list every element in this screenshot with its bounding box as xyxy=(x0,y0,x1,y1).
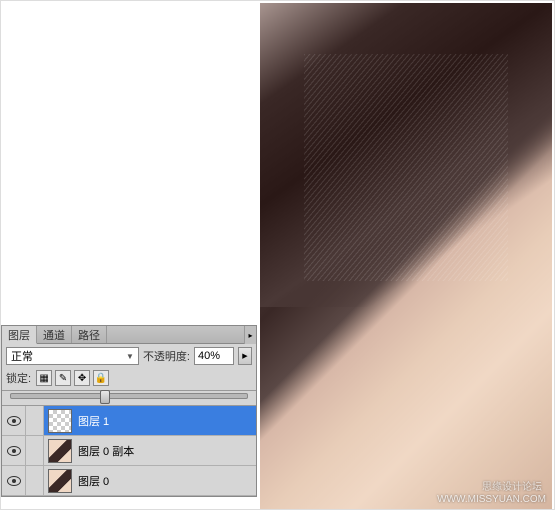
lock-all-icon[interactable]: 🔒 xyxy=(93,370,109,386)
layer-row[interactable]: 图层 0 xyxy=(2,466,256,496)
blend-mode-dropdown[interactable]: 正常 ▼ xyxy=(6,347,139,365)
tab-paths[interactable]: 路径 xyxy=(72,326,107,343)
blend-mode-value: 正常 xyxy=(11,348,33,364)
layers-panel: 图层 通道 路径 ▸ 正常 ▼ 不透明度: 40% ▶ 锁定: ▦ ✎ ✥ 🔒 xyxy=(1,325,257,497)
opacity-value: 40% xyxy=(198,350,220,362)
layer-row[interactable]: 图层 0 副本 xyxy=(2,436,256,466)
lock-transparency-icon[interactable]: ▦ xyxy=(36,370,52,386)
link-cell[interactable] xyxy=(26,466,44,495)
hair-highlight xyxy=(304,54,508,282)
opacity-label: 不透明度: xyxy=(143,348,190,364)
layer-thumbnail xyxy=(48,409,72,433)
panel-menu-icon[interactable]: ▸ xyxy=(244,326,256,344)
tab-channels[interactable]: 通道 xyxy=(37,326,72,343)
visibility-toggle[interactable] xyxy=(2,436,26,465)
visibility-toggle[interactable] xyxy=(2,466,26,495)
lock-position-icon[interactable]: ✥ xyxy=(74,370,90,386)
watermark-title: 思缘设计论坛 xyxy=(482,478,542,493)
link-cell[interactable] xyxy=(26,436,44,465)
lock-pixels-icon[interactable]: ✎ xyxy=(55,370,71,386)
layer-name: 图层 1 xyxy=(78,413,109,429)
link-cell[interactable] xyxy=(26,406,44,435)
lock-label: 锁定: xyxy=(6,370,31,386)
eye-icon xyxy=(7,476,21,486)
layer-name: 图层 0 xyxy=(78,473,109,489)
chevron-down-icon: ▼ xyxy=(126,352,134,361)
layer-row[interactable]: 图层 1 xyxy=(2,406,256,436)
opacity-flyout-icon[interactable]: ▶ xyxy=(238,347,252,365)
visibility-toggle[interactable] xyxy=(2,406,26,435)
eye-icon xyxy=(7,446,21,456)
layer-thumbnail xyxy=(48,439,72,463)
canvas-photo: 思缘设计论坛 WWW.MISSYUAN.COM xyxy=(260,3,552,509)
tab-layers[interactable]: 图层 xyxy=(2,326,37,344)
layer-name: 图层 0 副本 xyxy=(78,443,134,459)
eye-icon xyxy=(7,416,21,426)
slider-thumb[interactable] xyxy=(100,390,110,404)
watermark-url: WWW.MISSYUAN.COM xyxy=(437,494,546,505)
opacity-input[interactable]: 40% xyxy=(194,347,234,365)
layer-list: 图层 1 图层 0 副本 图层 0 xyxy=(2,406,256,496)
layer-thumbnail xyxy=(48,469,72,493)
opacity-slider[interactable] xyxy=(10,393,248,399)
